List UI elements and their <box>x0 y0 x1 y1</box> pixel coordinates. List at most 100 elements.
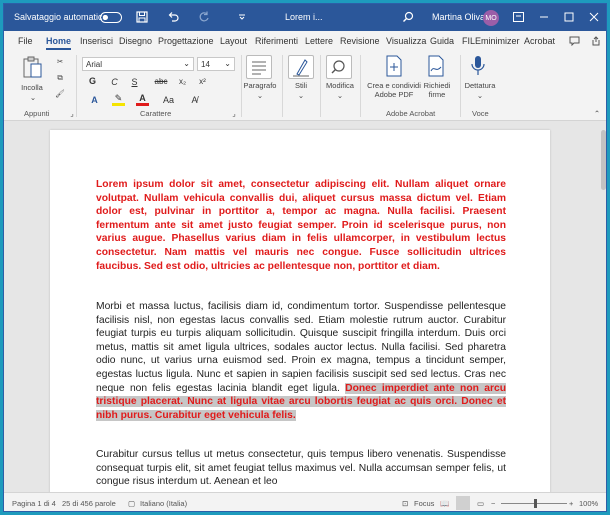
text-effects-icon[interactable]: A <box>88 93 101 106</box>
search-icon[interactable] <box>326 55 352 79</box>
tab-revisione[interactable]: Revisione <box>340 36 380 46</box>
voice-group-label: Voce <box>472 109 489 118</box>
strikethrough-button[interactable]: abc <box>152 75 170 88</box>
chevron-down-icon: ⌄ <box>183 59 190 68</box>
paragraph-2-text: Morbi et massa luctus, facilisis diam id… <box>96 301 506 394</box>
font-size-select[interactable]: 14 ⌄ <box>197 57 235 71</box>
focus-button[interactable]: Focus <box>414 499 434 508</box>
word-count[interactable]: 25 di 456 parole <box>62 499 116 508</box>
styles-icon[interactable] <box>288 55 314 79</box>
font-launcher-icon[interactable]: ⌟ <box>230 109 238 118</box>
create-pdf-label-1[interactable]: Crea e condividi <box>364 81 424 90</box>
language[interactable]: Italiano (Italia) <box>140 499 187 508</box>
request-signatures-label-1[interactable]: Richiedi <box>422 81 452 90</box>
editing-dropdown-icon[interactable]: ⌄ <box>336 91 344 100</box>
paragraph-button[interactable]: Paragrafo <box>240 81 280 90</box>
maximize-icon[interactable] <box>561 9 577 25</box>
italic-button[interactable]: C <box>108 75 121 88</box>
focus-icon[interactable]: ⊡ <box>402 499 408 508</box>
tab-riferimenti[interactable]: Riferimenti <box>255 36 298 46</box>
customize-toolbar-icon[interactable] <box>234 9 250 25</box>
tab-guida[interactable]: Guida <box>430 36 454 46</box>
format-painter-icon[interactable]: 🖌 <box>54 89 66 98</box>
tab-disegno[interactable]: Disegno <box>119 36 152 46</box>
styles-button[interactable]: Stili <box>286 81 316 90</box>
zoom-slider-thumb[interactable] <box>534 499 537 508</box>
paragraph-icon[interactable] <box>246 55 272 79</box>
paragraph-dropdown-icon[interactable]: ⌄ <box>256 91 264 100</box>
highlight-color-icon[interactable]: ✎ <box>112 93 125 106</box>
read-mode-icon[interactable]: 📖 <box>440 499 449 508</box>
bold-label: G <box>88 75 96 86</box>
zoom-out-icon[interactable]: − <box>491 499 495 508</box>
change-case-icon[interactable]: Aa <box>162 93 175 106</box>
adobe-group-label: Adobe Acrobat <box>386 109 436 118</box>
clipboard-group-label: Appunti <box>24 109 50 118</box>
paragraph-1[interactable]: Lorem ipsum dolor sit amet, consectetur … <box>96 178 506 273</box>
undo-icon[interactable] <box>165 9 181 25</box>
subscript-button[interactable]: x₂ <box>176 75 189 88</box>
tab-visualizza[interactable]: Visualizza <box>386 36 426 46</box>
font-group-label: Carattere <box>140 109 172 118</box>
cut-icon[interactable]: ✂ <box>54 57 66 66</box>
superscript-button[interactable]: x² <box>196 75 209 88</box>
collapse-ribbon-icon[interactable]: ⌃ <box>592 109 602 118</box>
search-icon[interactable] <box>400 9 416 25</box>
paste-dropdown-icon[interactable]: ⌄ <box>28 93 38 102</box>
request-signatures-icon[interactable] <box>426 55 446 79</box>
minimize-icon[interactable] <box>536 9 552 25</box>
ribbon-display-icon[interactable] <box>510 9 526 25</box>
ribbon-tabs: File Home Inserisci Disegno Progettazion… <box>4 31 606 51</box>
document-page[interactable]: Lorem ipsum dolor sit amet, consectetur … <box>50 130 550 492</box>
tab-home[interactable]: Home <box>46 36 72 50</box>
title-bar: Salvataggio automatico Lorem i... Martin… <box>4 4 606 31</box>
create-pdf-icon[interactable] <box>384 55 404 79</box>
dictation-dropdown-icon[interactable]: ⌄ <box>476 91 484 100</box>
font-name-select[interactable]: Arial ⌄ <box>82 57 194 71</box>
copy-icon[interactable]: ⧉ <box>54 73 66 82</box>
paste-icon[interactable] <box>22 55 42 79</box>
zoom-in-icon[interactable]: + <box>569 499 573 508</box>
paragraph-3[interactable]: Curabitur cursus tellus ut metus consect… <box>96 448 506 489</box>
tab-inserisci[interactable]: Inserisci <box>80 36 113 46</box>
autosave-toggle[interactable] <box>100 12 122 23</box>
tab-fileminimizer[interactable]: FILEminimizer <box>462 36 520 46</box>
scroll-thumb[interactable] <box>601 130 606 190</box>
bold-button[interactable]: G <box>86 74 99 87</box>
tab-file[interactable]: File <box>18 36 33 46</box>
document-title: Lorem i... <box>285 12 323 22</box>
tab-lettere[interactable]: Lettere <box>305 36 333 46</box>
divider <box>76 55 77 117</box>
tab-progettazione[interactable]: Progettazione <box>158 36 214 46</box>
save-icon[interactable] <box>134 9 150 25</box>
zoom-level[interactable]: 100% <box>579 499 598 508</box>
redo-icon[interactable] <box>196 9 212 25</box>
proofing-icon[interactable]: ▢ <box>128 499 135 508</box>
create-pdf-label-2[interactable]: Adobe PDF <box>364 90 424 99</box>
close-icon[interactable] <box>586 9 602 25</box>
paragraph-2[interactable]: Morbi et massa luctus, facilisis diam id… <box>96 300 506 422</box>
print-layout-icon[interactable] <box>456 496 470 510</box>
autosave-label: Salvataggio automatico <box>14 12 108 22</box>
tab-acrobat[interactable]: Acrobat <box>524 36 555 46</box>
paste-button[interactable]: Incolla <box>16 83 48 92</box>
comments-icon[interactable] <box>566 33 582 49</box>
avatar[interactable]: MO <box>483 10 499 26</box>
microphone-icon[interactable] <box>470 55 486 79</box>
user-name[interactable]: Martina Oliva <box>432 12 485 22</box>
web-layout-icon[interactable]: ▭ <box>477 499 484 508</box>
clipboard-launcher-icon[interactable]: ⌟ <box>68 109 76 118</box>
styles-dropdown-icon[interactable]: ⌄ <box>297 91 305 100</box>
editing-button[interactable]: Modifica <box>320 81 360 90</box>
underline-button[interactable]: S <box>128 75 141 88</box>
dictation-button[interactable]: Dettatura <box>462 81 498 90</box>
request-signatures-label-2[interactable]: firme <box>422 90 452 99</box>
share-icon[interactable] <box>588 33 604 49</box>
document-area: Lorem ipsum dolor sit amet, consectetur … <box>4 122 606 492</box>
chevron-down-icon: ⌄ <box>224 59 231 68</box>
page-count[interactable]: Pagina 1 di 4 <box>12 499 56 508</box>
clear-formatting-icon[interactable]: A̸ <box>188 93 201 106</box>
font-color-icon[interactable]: A <box>136 93 149 106</box>
vertical-scrollbar[interactable] <box>598 122 606 492</box>
tab-layout[interactable]: Layout <box>220 36 247 46</box>
